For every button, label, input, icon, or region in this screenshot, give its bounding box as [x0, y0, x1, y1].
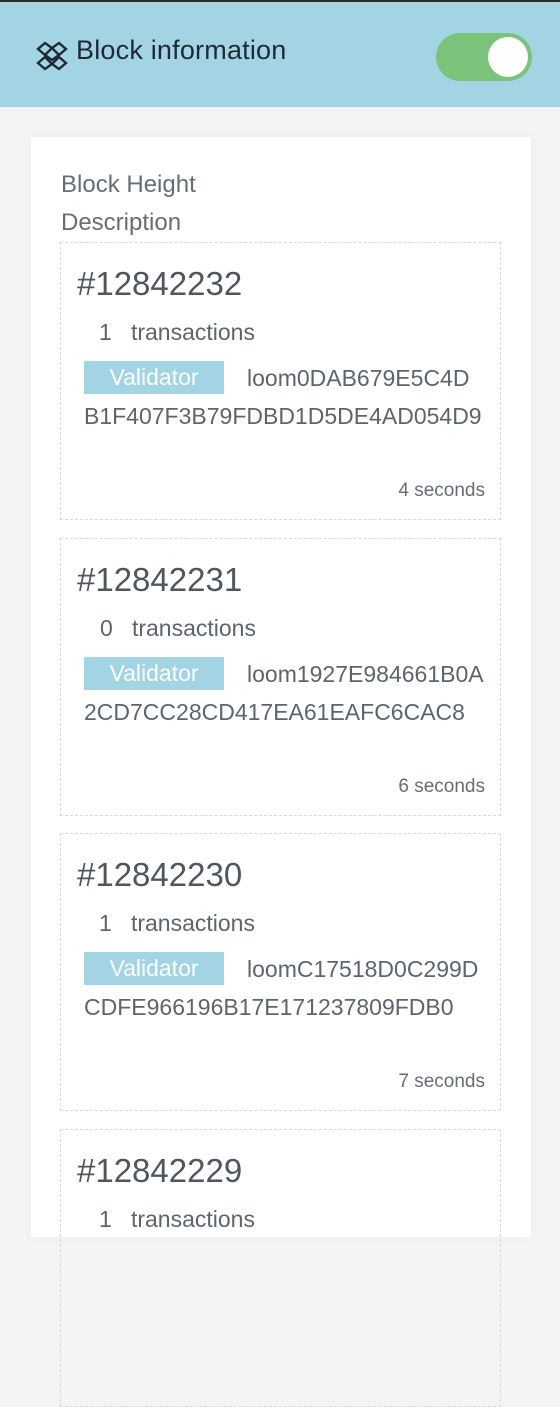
validator-address[interactable]: loom1927E984661B0A2CD7CC28CD417EA61EAFC6… [84, 656, 484, 731]
validator-address[interactable]: loom0DAB679E5C4DB1F407F3B79FDBD1D5DE4AD0… [84, 360, 484, 435]
transaction-count: 1 transactions [99, 910, 255, 937]
block-number[interactable]: #12842229 [77, 1152, 242, 1190]
transaction-count: 0 transactions [100, 615, 256, 642]
block-card[interactable]: #12842229 1 transactions [60, 1129, 501, 1407]
block-time: 6 seconds [398, 776, 485, 797]
block-time: 4 seconds [398, 480, 485, 501]
block-number[interactable]: #12842230 [77, 856, 242, 894]
tx-count-value: 1 [99, 910, 112, 936]
tx-count-label: transactions [131, 615, 256, 641]
block-list-panel: Block Height Description #12842232 1 tra… [31, 137, 531, 1407]
tx-count-label: transactions [130, 319, 255, 345]
tx-count-value: 1 [99, 319, 112, 345]
block-card[interactable]: #12842230 1 transactions Validator loomC… [60, 833, 501, 1111]
app-header: Block information [0, 2, 560, 107]
display-toggle[interactable] [436, 33, 532, 81]
tx-count-label: transactions [130, 1206, 255, 1232]
page-title: Block information [76, 35, 287, 65]
tx-count-label: transactions [130, 910, 255, 936]
block-height-label: Block Height [61, 171, 196, 198]
transaction-count: 1 transactions [99, 1206, 255, 1233]
block-number[interactable]: #12842232 [77, 265, 242, 303]
description-label: Description [61, 209, 182, 236]
block-number[interactable]: #12842231 [77, 561, 242, 599]
block-time: 7 seconds [398, 1071, 485, 1092]
transaction-count: 1 transactions [99, 319, 255, 346]
block-card[interactable]: #12842232 1 transactions Validator loom0… [60, 242, 501, 520]
block-card[interactable]: #12842231 0 transactions Validator loom1… [60, 538, 501, 816]
toggle-knob [488, 37, 528, 77]
tx-count-value: 0 [100, 615, 113, 641]
tx-count-value: 1 [99, 1206, 112, 1232]
validator-address[interactable]: loomC17518D0C299DCDFE966196B17E171237809… [84, 951, 484, 1026]
loom-logo-icon [36, 41, 68, 71]
